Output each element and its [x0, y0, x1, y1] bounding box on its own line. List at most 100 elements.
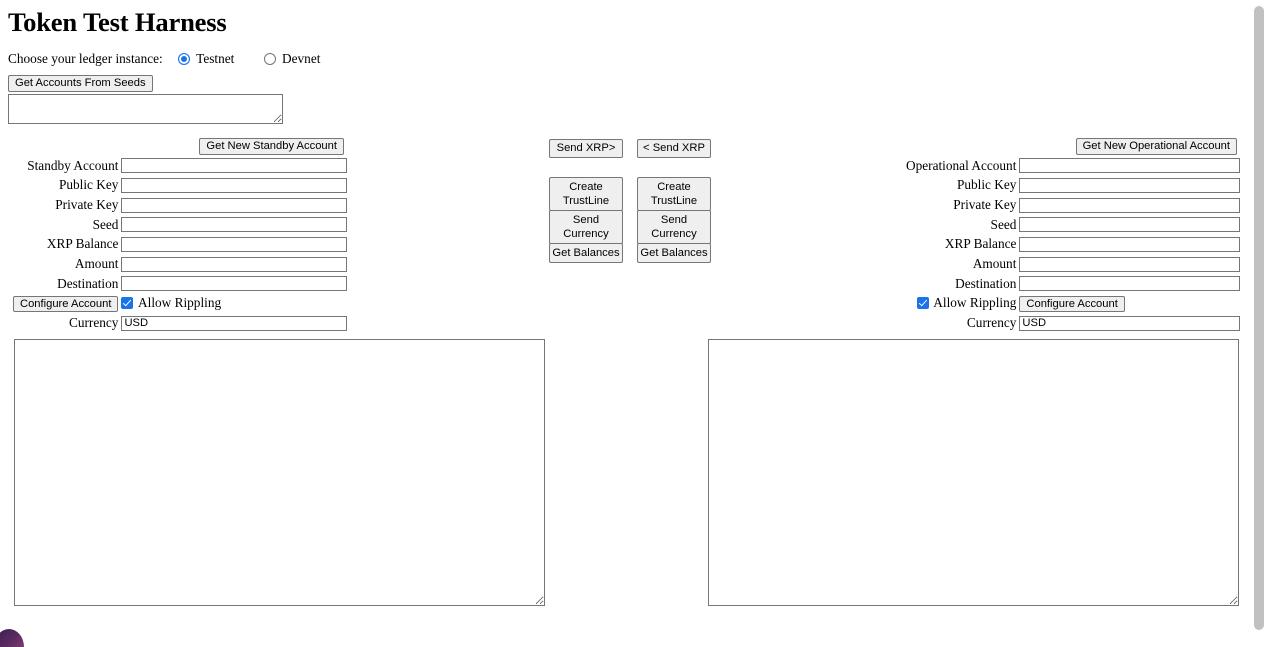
standby-private-key-field-cell — [121, 195, 347, 215]
standby-public-key-field-cell — [121, 176, 347, 196]
operational-currency-row: Currency — [906, 313, 1240, 333]
standby-amount-input[interactable] — [121, 256, 347, 272]
operational-amount-field-cell — [1019, 254, 1240, 274]
standby-field-row: Standby Account — [13, 156, 347, 176]
send-xrp-right-button[interactable]: Send XRP> — [549, 139, 623, 158]
operational-public-key-field-cell — [1019, 176, 1240, 196]
operational-xrp-balance-label: XRP Balance — [944, 236, 1017, 252]
standby-destination-input[interactable] — [121, 276, 347, 292]
operational-public-key-label: Public Key — [956, 177, 1017, 193]
standby-private-key-input[interactable] — [121, 197, 347, 213]
operational-destination-input[interactable] — [1019, 276, 1240, 292]
operational-private-key-label: Private Key — [953, 197, 1017, 213]
page-scrollbar[interactable] — [1250, 0, 1267, 639]
operational-create-trustline-button[interactable]: Create TrustLine — [637, 177, 711, 211]
operational-private-key-field-cell — [1019, 195, 1240, 215]
standby-currency-label: Currency — [68, 315, 119, 331]
standby-configure-row: Configure Account Allow Rippling — [13, 294, 347, 314]
standby-output-textarea[interactable] — [14, 339, 545, 607]
operational-currency-input[interactable] — [1019, 315, 1240, 331]
operational-allow-rippling-label: Allow Rippling — [933, 295, 1017, 311]
accounts-columns: Get New Standby Account Standby Account … — [8, 136, 1259, 332]
standby-get-balances-button[interactable]: Get Balances — [549, 243, 623, 263]
operational-amount-label: Amount — [972, 256, 1017, 272]
operational-allow-rippling-checkbox[interactable] — [916, 297, 929, 310]
standby-configure-cell: Configure Account — [13, 294, 121, 314]
output-areas — [8, 332, 1259, 612]
operational-rippling-cell: Allow Rippling — [906, 294, 1019, 314]
standby-amount-field-cell — [121, 254, 347, 274]
operational-output-textarea[interactable] — [708, 339, 1239, 607]
standby-seed-label: Seed — [92, 216, 119, 232]
operational-private-key-input[interactable] — [1019, 197, 1240, 213]
operational-operations-stack: Create TrustLine Send Currency Get Balan… — [637, 177, 711, 263]
standby-field-row: Private Key — [13, 195, 347, 215]
standby-account-form: Get New Standby Account Standby Account … — [13, 136, 347, 333]
operational-xrp-balance-field-cell — [1019, 235, 1240, 255]
standby-currency-field-cell — [121, 313, 347, 333]
operation-button-stacks: Create TrustLine Send Currency Get Balan… — [549, 177, 714, 263]
ledger-prompt-label: Choose your ledger instance: — [8, 51, 163, 67]
operational-account-input[interactable] — [1019, 158, 1240, 174]
standby-send-currency-button[interactable]: Send Currency — [549, 210, 623, 244]
standby-currency-input[interactable] — [121, 315, 347, 331]
operational-new-account-row: Get New Operational Account — [906, 136, 1240, 156]
page-scrollbar-thumb[interactable] — [1254, 6, 1264, 630]
operational-field-row: XRP Balance — [906, 235, 1240, 255]
standby-seed-input[interactable] — [121, 217, 347, 233]
operational-public-key-input[interactable] — [1019, 177, 1240, 193]
radio-devnet[interactable] — [263, 53, 276, 66]
radio-devnet-label: Devnet — [282, 51, 321, 67]
operational-account-field-cell — [1019, 156, 1240, 176]
radio-testnet[interactable] — [178, 53, 191, 66]
standby-amount-label: Amount — [74, 256, 119, 272]
get-new-operational-account-button[interactable]: Get New Operational Account — [1075, 138, 1237, 155]
operational-seed-field-cell — [1019, 215, 1240, 235]
operational-configure-cell: Configure Account — [1019, 294, 1240, 314]
operational-field-row: Destination — [906, 274, 1240, 294]
standby-allow-rippling-checkbox[interactable] — [121, 297, 134, 310]
seeds-textarea[interactable] — [8, 94, 283, 125]
operational-new-account-cell: Get New Operational Account — [906, 136, 1240, 156]
operational-field-row: Amount — [906, 254, 1240, 274]
operational-seed-label: Seed — [990, 216, 1017, 232]
page-title: Token Test Harness — [8, 7, 227, 37]
standby-account-input[interactable] — [121, 158, 347, 174]
standby-field-row: Seed — [13, 215, 347, 235]
operational-seed-input[interactable] — [1019, 217, 1240, 233]
send-xrp-row: Send XRP> < Send XRP — [549, 139, 714, 158]
ledger-instance-chooser: Choose your ledger instance: Testnet Dev… — [8, 51, 1259, 67]
standby-create-trustline-button[interactable]: Create TrustLine — [549, 177, 623, 211]
standby-public-key-label: Public Key — [58, 177, 119, 193]
get-new-standby-account-button[interactable]: Get New Standby Account — [199, 138, 344, 155]
standby-configure-account-button[interactable]: Configure Account — [13, 295, 119, 313]
standby-account-field-cell — [121, 156, 347, 176]
get-accounts-from-seeds-button[interactable]: Get Accounts From Seeds — [8, 75, 153, 93]
standby-operations-stack: Create TrustLine Send Currency Get Balan… — [549, 177, 623, 263]
radio-testnet-label: Testnet — [196, 51, 235, 67]
standby-public-key-input[interactable] — [121, 177, 347, 193]
send-xrp-left-button[interactable]: < Send XRP — [637, 139, 711, 158]
bottom-left-corner-decoration — [0, 629, 24, 647]
operational-send-currency-button[interactable]: Send Currency — [637, 210, 711, 244]
standby-xrp-balance-field-cell — [121, 235, 347, 255]
standby-account-label: Standby Account — [27, 157, 119, 173]
operational-amount-input[interactable] — [1019, 256, 1240, 272]
operational-configure-account-button[interactable]: Configure Account — [1019, 295, 1125, 313]
operational-destination-field-cell — [1019, 274, 1240, 294]
operational-field-row: Seed — [906, 215, 1240, 235]
operational-account-form: Get New Operational Account Operational … — [906, 136, 1240, 333]
operational-destination-label: Destination — [955, 275, 1017, 291]
standby-allow-rippling-label: Allow Rippling — [138, 295, 222, 311]
standby-rippling-cell: Allow Rippling — [121, 294, 347, 314]
standby-new-account-row: Get New Standby Account — [13, 136, 347, 156]
operational-account-panel: Get New Operational Account Operational … — [906, 136, 1240, 333]
standby-field-row: Public Key — [13, 176, 347, 196]
standby-account-panel: Get New Standby Account Standby Account … — [13, 136, 347, 333]
operational-xrp-balance-input[interactable] — [1019, 236, 1240, 252]
standby-xrp-balance-input[interactable] — [121, 236, 347, 252]
operational-get-balances-button[interactable]: Get Balances — [637, 243, 711, 263]
operational-account-label: Operational Account — [906, 157, 1017, 173]
standby-field-row: Amount — [13, 254, 347, 274]
operational-configure-row: Allow Rippling Configure Account — [906, 294, 1240, 314]
